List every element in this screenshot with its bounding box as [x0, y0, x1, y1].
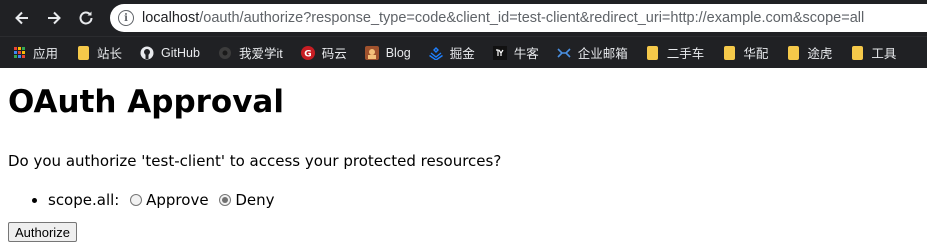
gitee-icon: G — [300, 45, 315, 60]
bookmark-label: 站长 — [97, 47, 123, 61]
apps-grid-icon — [12, 46, 26, 60]
bookmark-ershouche[interactable]: 二手车 — [646, 43, 705, 62]
url-path: /oauth/authorize?response_type=code&clie… — [199, 10, 865, 26]
bookmark-huapei[interactable]: 华配 — [722, 43, 768, 62]
bookmark-label: GitHub — [161, 45, 200, 60]
reload-icon — [79, 11, 93, 25]
folder-icon — [722, 45, 736, 60]
folder-icon — [786, 45, 800, 60]
scope-item: scope.all: Approve Deny — [48, 188, 919, 212]
authorize-button[interactable]: Authorize — [8, 222, 77, 242]
bookmark-apps[interactable]: 应用 — [12, 43, 58, 62]
bookmark-label: 应用 — [33, 47, 59, 61]
deny-label[interactable]: Deny — [235, 191, 274, 209]
back-arrow-icon — [15, 11, 28, 25]
forward-button[interactable] — [40, 4, 68, 32]
page-content: OAuth Approval Do you authorize 'test-cl… — [0, 80, 927, 242]
scope-label: scope.all: — [48, 191, 120, 209]
bookmark-gongju[interactable]: 工具 — [850, 43, 896, 62]
folder-icon — [850, 45, 864, 60]
address-bar[interactable]: i localhost/oauth/authorize?response_typ… — [110, 4, 927, 32]
bookmark-label: 码云 — [321, 47, 347, 61]
folder-icon — [646, 45, 660, 60]
bookmark-label: 华配 — [743, 47, 769, 61]
juejin-icon — [428, 46, 443, 60]
bookmark-label: 二手车 — [666, 47, 705, 61]
authorization-question: Do you authorize 'test-client' to access… — [8, 152, 502, 170]
github-icon — [140, 46, 154, 60]
info-icon[interactable]: i — [118, 10, 134, 26]
bookmark-label: 牛客 — [513, 47, 539, 61]
bookmark-label: 途虎 — [807, 47, 833, 61]
folder-icon — [76, 45, 90, 60]
approve-label[interactable]: Approve — [146, 191, 208, 209]
site-icon — [218, 46, 232, 60]
bookmark-gitee[interactable]: G 码云 — [300, 43, 347, 62]
bookmark-juejin[interactable]: 掘金 — [428, 43, 475, 62]
bookmark-label: 我爱学it — [238, 47, 283, 61]
forward-arrow-icon — [48, 11, 61, 25]
browser-toolbar: i localhost/oauth/authorize?response_typ… — [0, 0, 927, 36]
bookmark-label: Blog — [385, 45, 411, 60]
page-title: OAuth Approval — [8, 84, 284, 120]
bookmark-blog[interactable]: Blog — [364, 45, 411, 60]
mail-icon — [557, 46, 571, 60]
back-button[interactable] — [8, 4, 36, 32]
deny-radio[interactable] — [219, 194, 232, 206]
reload-button[interactable] — [72, 4, 100, 32]
bookmarks-bar: 应用 站长 GitHub 我爱学it G 码云 Blog 掘金 牛客 企业邮箱 … — [0, 36, 927, 68]
bookmark-label: 企业邮箱 — [577, 47, 628, 61]
bookmark-label: 工具 — [871, 47, 897, 61]
url-host: localhost — [142, 10, 200, 26]
bookmark-woaixueit[interactable]: 我爱学it — [218, 43, 283, 62]
svg-text:G: G — [304, 49, 311, 59]
bookmark-tuhu[interactable]: 途虎 — [786, 43, 832, 62]
blog-icon — [364, 45, 379, 60]
bookmark-zhanzhang[interactable]: 站长 — [76, 43, 122, 62]
approve-radio[interactable] — [130, 194, 143, 206]
bookmark-nowcoder[interactable]: 牛客 — [492, 43, 539, 62]
nowcoder-icon — [492, 45, 507, 60]
scope-list: scope.all: Approve Deny — [8, 188, 919, 212]
bookmark-label: 掘金 — [449, 47, 475, 61]
bookmark-mail[interactable]: 企业邮箱 — [557, 43, 628, 62]
bookmark-github[interactable]: GitHub — [140, 46, 200, 60]
